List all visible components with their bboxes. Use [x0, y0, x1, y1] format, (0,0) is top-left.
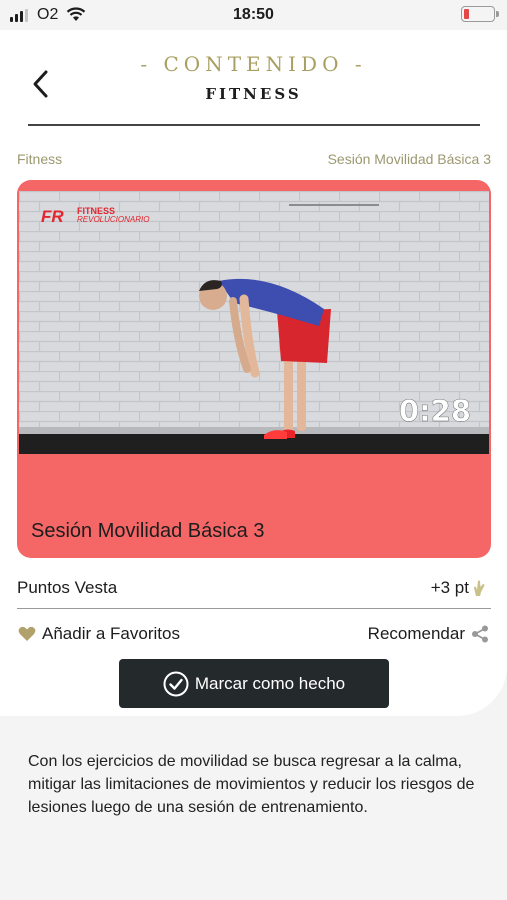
- check-circle-icon: [163, 671, 189, 696]
- add-favorites-button[interactable]: Añadir a Favoritos: [18, 624, 180, 644]
- add-favorites-label: Añadir a Favoritos: [42, 624, 180, 643]
- content-card: - CONTENIDO - FITNESS Fitness Sesión Mov…: [0, 30, 507, 716]
- breadcrumb-item: Sesión Movilidad Básica 3: [327, 151, 491, 167]
- points-divider: [17, 608, 491, 609]
- breadcrumb-category[interactable]: Fitness: [17, 151, 62, 167]
- clock: 18:50: [233, 6, 274, 23]
- svg-text:FR: FR: [41, 207, 64, 226]
- logo-text-sub: REVOLUCIONARIO: [77, 215, 149, 224]
- video-card[interactable]: FR FITNESS REVOLUCIONARIO 0:28 Sesión Mo…: [17, 180, 491, 558]
- points-value: +3 pt: [431, 578, 487, 598]
- points-amount: +3 pt: [430, 578, 469, 597]
- video-duration: 0:28: [399, 394, 471, 428]
- status-bar: O2 18:50: [0, 0, 507, 30]
- recommend-button[interactable]: Recomendar: [368, 624, 489, 644]
- hand-icon: [474, 580, 485, 596]
- battery-icon: [461, 6, 499, 22]
- points-label: Puntos Vesta: [17, 578, 118, 597]
- heart-icon: [18, 626, 36, 641]
- description-text: Con los ejercicios de movilidad se busca…: [28, 753, 475, 816]
- video-thumbnail[interactable]: FR FITNESS REVOLUCIONARIO 0:28: [19, 191, 489, 454]
- header-title: - CONTENIDO -: [140, 52, 367, 76]
- share-icon: [472, 625, 488, 643]
- video-title: Sesión Movilidad Básica 3: [31, 520, 265, 542]
- header-divider: [28, 124, 480, 126]
- mark-done-label: Marcar como hecho: [194, 673, 346, 693]
- header-subtitle: FITNESS: [205, 85, 302, 103]
- recommend-label: Recomendar: [367, 624, 465, 643]
- mark-done-button[interactable]: Marcar como hecho: [119, 659, 389, 708]
